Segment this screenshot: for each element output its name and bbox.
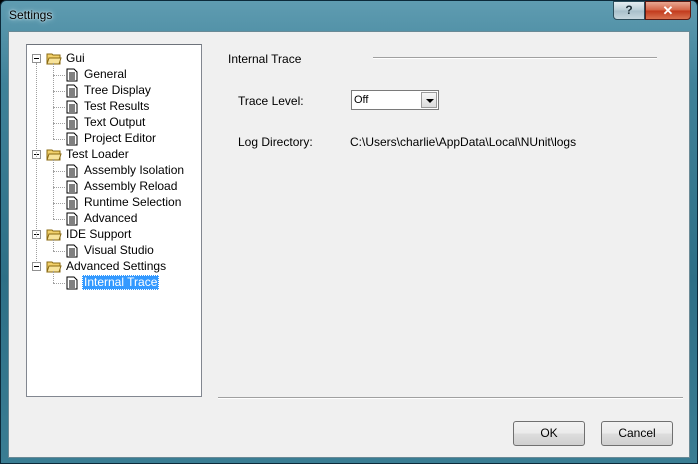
tree-item-label: Assembly Isolation — [84, 163, 185, 177]
tree-connector — [53, 239, 54, 251]
document-icon — [66, 68, 78, 82]
settings-window: Settings ? ✕ Gui General Tree Display Test … — [0, 0, 698, 464]
log-directory-label: Log Directory: — [238, 135, 313, 149]
tree-connector — [53, 283, 65, 284]
tree-item-label: Text Output — [84, 115, 146, 129]
document-icon — [66, 180, 78, 194]
tree-connector — [53, 219, 65, 220]
folder-open-icon — [46, 148, 62, 161]
tree-connector — [53, 123, 65, 124]
tree-connector — [53, 271, 54, 283]
tree-item-label: Project Editor — [84, 131, 157, 145]
document-icon — [66, 116, 78, 130]
tree-connector — [53, 91, 65, 92]
folder-open-icon — [46, 228, 62, 241]
folder-open-icon — [46, 52, 62, 65]
tree-connector — [53, 171, 65, 172]
tree-item-label: General — [84, 67, 127, 81]
tree-item-label: Internal Trace — [82, 275, 160, 290]
trace-level-value: Off — [354, 94, 369, 106]
panel-title-divider — [373, 57, 657, 59]
settings-tree[interactable]: Gui General Tree Display Test Results Text O… — [26, 44, 202, 397]
collapse-toggle-icon[interactable] — [32, 54, 41, 63]
tree-group-label: Test Loader — [66, 147, 129, 161]
tree-connector — [53, 75, 65, 76]
collapse-toggle-icon[interactable] — [32, 262, 41, 271]
help-button[interactable]: ? — [613, 1, 645, 20]
tree-item-label: Test Results — [84, 99, 150, 113]
tree-item-label: Advanced — [84, 211, 138, 225]
window-title: Settings — [9, 8, 53, 22]
document-icon — [66, 212, 78, 226]
tree-connector — [53, 159, 54, 219]
trace-level-label: Trace Level: — [238, 94, 304, 108]
document-icon — [66, 196, 78, 210]
panel-title: Internal Trace — [228, 52, 302, 66]
close-button[interactable]: ✕ — [645, 1, 691, 20]
title-bar[interactable]: Settings ? ✕ — [1, 1, 697, 31]
tree-item-label: Assembly Reload — [84, 179, 178, 193]
dialog-client-area: Gui General Tree Display Test Results Text O… — [8, 31, 690, 458]
document-icon — [66, 100, 78, 114]
folder-open-icon — [46, 260, 62, 273]
tree-item-label: Tree Display — [84, 83, 151, 97]
tree-group-label: IDE Support — [66, 227, 132, 241]
tree-group-label: Gui — [66, 51, 85, 65]
document-icon — [66, 244, 78, 258]
tree-connector — [53, 139, 65, 140]
document-icon — [66, 132, 78, 146]
tree-connector — [36, 63, 37, 263]
tree-connector — [53, 63, 54, 139]
chevron-down-icon[interactable] — [421, 92, 437, 108]
tree-connector — [53, 187, 65, 188]
tree-connector — [53, 251, 65, 252]
trace-level-select[interactable]: Off — [351, 90, 439, 110]
log-directory-value: C:\Users\charlie\AppData\Local\NUnit\log… — [350, 135, 577, 149]
tree-connector — [53, 203, 65, 204]
ok-button[interactable]: OK — [513, 421, 585, 446]
tree-item-label: Visual Studio — [84, 243, 154, 257]
bottom-divider — [218, 397, 683, 399]
tree-item-label: Runtime Selection — [84, 195, 182, 209]
tree-connector — [53, 107, 65, 108]
cancel-button[interactable]: Cancel — [601, 421, 673, 446]
document-icon — [66, 84, 78, 98]
document-icon — [66, 276, 78, 290]
document-icon — [66, 164, 78, 178]
tree-group-label: Advanced Settings — [66, 259, 167, 273]
